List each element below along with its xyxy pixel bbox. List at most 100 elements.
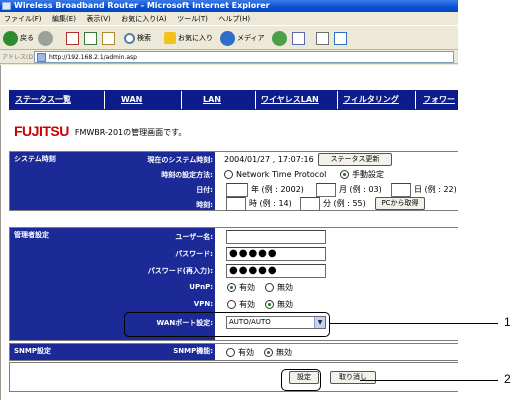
nav-status[interactable]: ステータス一覧	[15, 90, 71, 110]
minute-hint: 分 (例 : 55)	[323, 199, 366, 208]
edit-button[interactable]	[334, 30, 349, 46]
ie-app-icon	[2, 2, 11, 10]
star-icon	[164, 32, 176, 44]
print-button[interactable]	[316, 30, 331, 46]
month-hint: 月 (例 : 03)	[339, 185, 382, 194]
password-input[interactable]: ●●●●●	[226, 247, 326, 261]
window-title: Wireless Broadband Router - Microsoft In…	[14, 1, 270, 10]
address-input[interactable]: http://192.168.2.1/admin.asp	[34, 51, 454, 63]
manual-label: 手動設定	[352, 170, 384, 179]
search-button[interactable]: 検索	[124, 30, 151, 46]
password-label: パスワード:	[175, 250, 213, 258]
snmp-off-label: 無効	[276, 348, 292, 357]
favorites-button[interactable]: お気に入り	[164, 30, 213, 46]
year-hint: 年 (例 : 2002)	[251, 185, 304, 194]
address-value: http://192.168.2.1/admin.asp	[49, 54, 137, 61]
upnp-off-label: 無効	[277, 283, 293, 292]
manual-radio[interactable]	[340, 170, 349, 179]
month-input[interactable]	[316, 183, 336, 197]
title-bar: Wireless Broadband Router - Microsoft In…	[0, 0, 458, 12]
nav-wan[interactable]: WAN	[121, 90, 142, 110]
system-time-title: システム時刻	[14, 155, 56, 163]
refresh-button[interactable]	[84, 30, 99, 46]
brand-header: FUJITSU FMWBR-201の管理画面です。	[14, 122, 186, 138]
current-time-value: 2004/01/27 , 17:07:16	[224, 155, 314, 164]
nav-divider	[255, 91, 256, 109]
callout-1-line	[330, 323, 498, 324]
ntp-label: Network Time Protocol	[236, 170, 327, 179]
upnp-off-radio[interactable]	[265, 283, 274, 292]
mail-button[interactable]	[292, 30, 307, 46]
nav-divider	[104, 91, 105, 109]
snmp-section: SNMP設定 SNMP機能: 有効 無効	[9, 343, 458, 361]
callout-1: 1	[504, 315, 511, 329]
refresh-icon	[84, 31, 97, 45]
get-time-from-pc-button[interactable]: PCから取得	[375, 197, 425, 210]
nav-forwarding[interactable]: フォワー	[423, 90, 455, 110]
day-hint: 日 (例 : 22)	[414, 185, 457, 194]
year-input[interactable]	[226, 183, 248, 197]
back-arrow-icon	[3, 30, 18, 46]
vpn-off-radio[interactable]	[265, 300, 274, 309]
vpn-on-label: 有効	[239, 300, 255, 309]
media-button[interactable]: メディア	[220, 30, 265, 46]
snmp-on-radio[interactable]	[226, 348, 235, 357]
callout-2-line	[360, 380, 498, 381]
upnp-on-label: 有効	[239, 283, 255, 292]
forward-button[interactable]	[38, 30, 55, 46]
hour-hint: 時 (例 : 14)	[249, 199, 292, 208]
snmp-label: SNMP機能:	[173, 347, 213, 355]
vpn-on-radio[interactable]	[227, 300, 236, 309]
menu-bar: ファイル(F) 編集(E) 表示(V) お気に入り(A) ツール(T) ヘルプ(…	[0, 12, 458, 25]
hour-input[interactable]	[226, 197, 246, 211]
password-confirm-input[interactable]: ●●●●●	[226, 264, 326, 278]
username-input[interactable]	[226, 230, 326, 244]
back-button[interactable]: 戻る	[3, 30, 34, 46]
history-button[interactable]	[272, 30, 289, 46]
nav-divider	[181, 91, 182, 109]
snmp-off-radio[interactable]	[264, 348, 273, 357]
time-label: 時刻:	[196, 201, 213, 209]
system-time-section: システム時刻 現在のシステム時刻: 時刻の設定方法: 日付: 時刻: 2004/…	[9, 151, 458, 211]
fujitsu-logo: FUJITSU	[14, 123, 69, 139]
current-time-label: 現在のシステム時刻:	[147, 156, 213, 164]
media-icon	[220, 30, 235, 46]
vpn-off-label: 無効	[277, 300, 293, 309]
time-method-label: 時刻の設定方法:	[161, 171, 213, 179]
wan-port-highlight	[124, 312, 330, 337]
minute-input[interactable]	[300, 197, 320, 211]
page-content: ステータス一覧 WAN LAN ワイヤレスLAN フィルタリング フォワー FU…	[0, 65, 458, 400]
callout-2: 2	[504, 372, 511, 386]
home-icon	[102, 31, 115, 45]
forward-arrow-icon	[38, 30, 53, 46]
username-label: ユーザー名:	[175, 233, 213, 241]
upnp-on-radio[interactable]	[227, 283, 236, 292]
apply-highlight	[281, 369, 321, 391]
upnp-label: UPnP:	[189, 283, 213, 291]
nav-bar: ステータス一覧 WAN LAN ワイヤレスLAN フィルタリング フォワー	[9, 90, 458, 110]
password-confirm-label: パスワード(再入力):	[147, 267, 213, 275]
admin-title: 管理者設定	[14, 231, 49, 239]
page-icon	[37, 53, 46, 62]
page-title: FMWBR-201の管理画面です。	[74, 128, 187, 137]
nav-filtering[interactable]: フィルタリング	[343, 90, 399, 110]
home-button[interactable]	[102, 30, 117, 46]
mail-icon	[292, 31, 305, 45]
snmp-labels: SNMP設定 SNMP機能:	[10, 344, 215, 360]
day-input[interactable]	[391, 183, 411, 197]
edit-page-icon	[334, 31, 347, 45]
printer-icon	[316, 31, 329, 45]
ntp-radio[interactable]	[224, 170, 233, 179]
system-time-labels: システム時刻 現在のシステム時刻: 時刻の設定方法: 日付: 時刻:	[10, 152, 215, 210]
stop-button[interactable]	[66, 30, 81, 46]
history-icon	[272, 30, 287, 46]
nav-lan[interactable]: LAN	[203, 90, 221, 110]
toolbar: 戻る 検索 お気に入り メディア	[0, 25, 458, 50]
address-bar: アドレス(D) http://192.168.2.1/admin.asp	[0, 50, 458, 64]
action-bar: 設定 取り消し	[9, 362, 458, 392]
snmp-title: SNMP設定	[14, 347, 51, 355]
nav-wireless-lan[interactable]: ワイヤレスLAN	[261, 90, 319, 110]
refresh-status-button[interactable]: ステータス更新	[318, 153, 392, 166]
date-label: 日付:	[196, 186, 213, 194]
cancel-button[interactable]: 取り消し	[330, 371, 376, 384]
